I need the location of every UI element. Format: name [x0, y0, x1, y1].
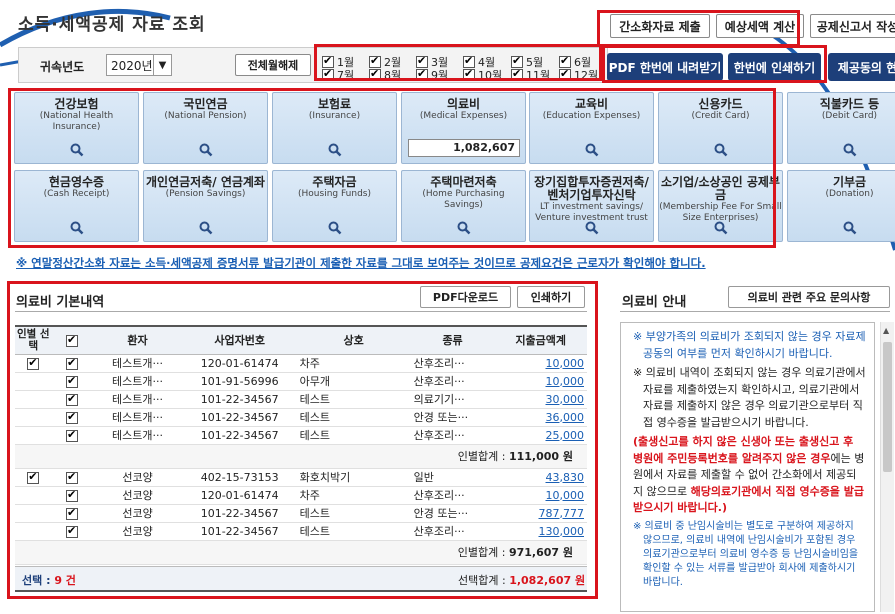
search-icon[interactable] — [843, 143, 857, 157]
year-label: 귀속년도 — [40, 60, 85, 74]
highlight-actions — [602, 45, 827, 83]
highlight-medical-table — [7, 281, 598, 599]
info-p1: ※ 부양가족의 의료비가 조회되지 않는 경우 자료제공동의 여부를 먼저 확인… — [633, 330, 866, 360]
tile-title: 직불카드 등 — [819, 97, 880, 111]
page-title: 소득·세액공제 자료 조회 — [18, 15, 206, 35]
scroll-thumb[interactable] — [883, 342, 892, 472]
highlight-months — [314, 44, 602, 81]
info-p4: ※ 의료비 중 난임시술비는 별도로 구분하여 제공하지 않으므로, 의료비 내… — [633, 520, 859, 588]
highlight-top-buttons — [597, 10, 800, 47]
info-p3-red: (출생신고를 하지 않은 신생아 또는 출생신고 후 병원에 주민등록번호를 알… — [633, 435, 854, 465]
highlight-tiles — [8, 88, 776, 248]
info-scrollbar[interactable]: ▲ — [880, 322, 894, 612]
notice-text: ※ 연말정산간소화 자료는 소득·세액공제 증명서류 발급기관이 제출한 자료를… — [16, 256, 706, 270]
deduction-form-button[interactable]: 공제신고서 작성 — [810, 14, 895, 38]
faq-button[interactable]: 의료비 관련 주요 문의사항 — [728, 286, 890, 308]
info-box: ※ 부양가족의 의료비가 조회되지 않는 경우 자료제공동의 여부를 먼저 확인… — [620, 322, 875, 612]
tile-subtitle: (Donation) — [825, 189, 874, 199]
provider-consent-button[interactable]: 제공동의 현황 — [828, 53, 895, 81]
tile-7[interactable]: 직불카드 등 (Debit Card) — [787, 92, 895, 164]
search-icon[interactable] — [843, 221, 857, 235]
tile-subtitle: (Debit Card) — [821, 111, 878, 121]
scroll-up-icon[interactable]: ▲ — [883, 326, 889, 335]
divider — [620, 311, 890, 312]
year-select[interactable]: 2020년 ▼ — [106, 54, 172, 76]
chevron-down-icon: ▼ — [153, 55, 171, 75]
info-title: 의료비 안내 — [622, 295, 687, 310]
info-p2: ※ 의료비 내역이 조회되지 않는 경우 의료기관에서 자료를 제출하였는지 확… — [633, 366, 866, 429]
info-p3: (출생신고를 하지 않은 신생아 또는 출생신고 후 병원에 주민등록번호를 알… — [633, 434, 866, 517]
tile-14[interactable]: 기부금 (Donation) — [787, 170, 895, 242]
tile-title: 기부금 — [832, 175, 867, 189]
year-value: 2020년 — [111, 58, 153, 73]
cancel-all-months-button[interactable]: 전체월해제 — [235, 54, 311, 76]
